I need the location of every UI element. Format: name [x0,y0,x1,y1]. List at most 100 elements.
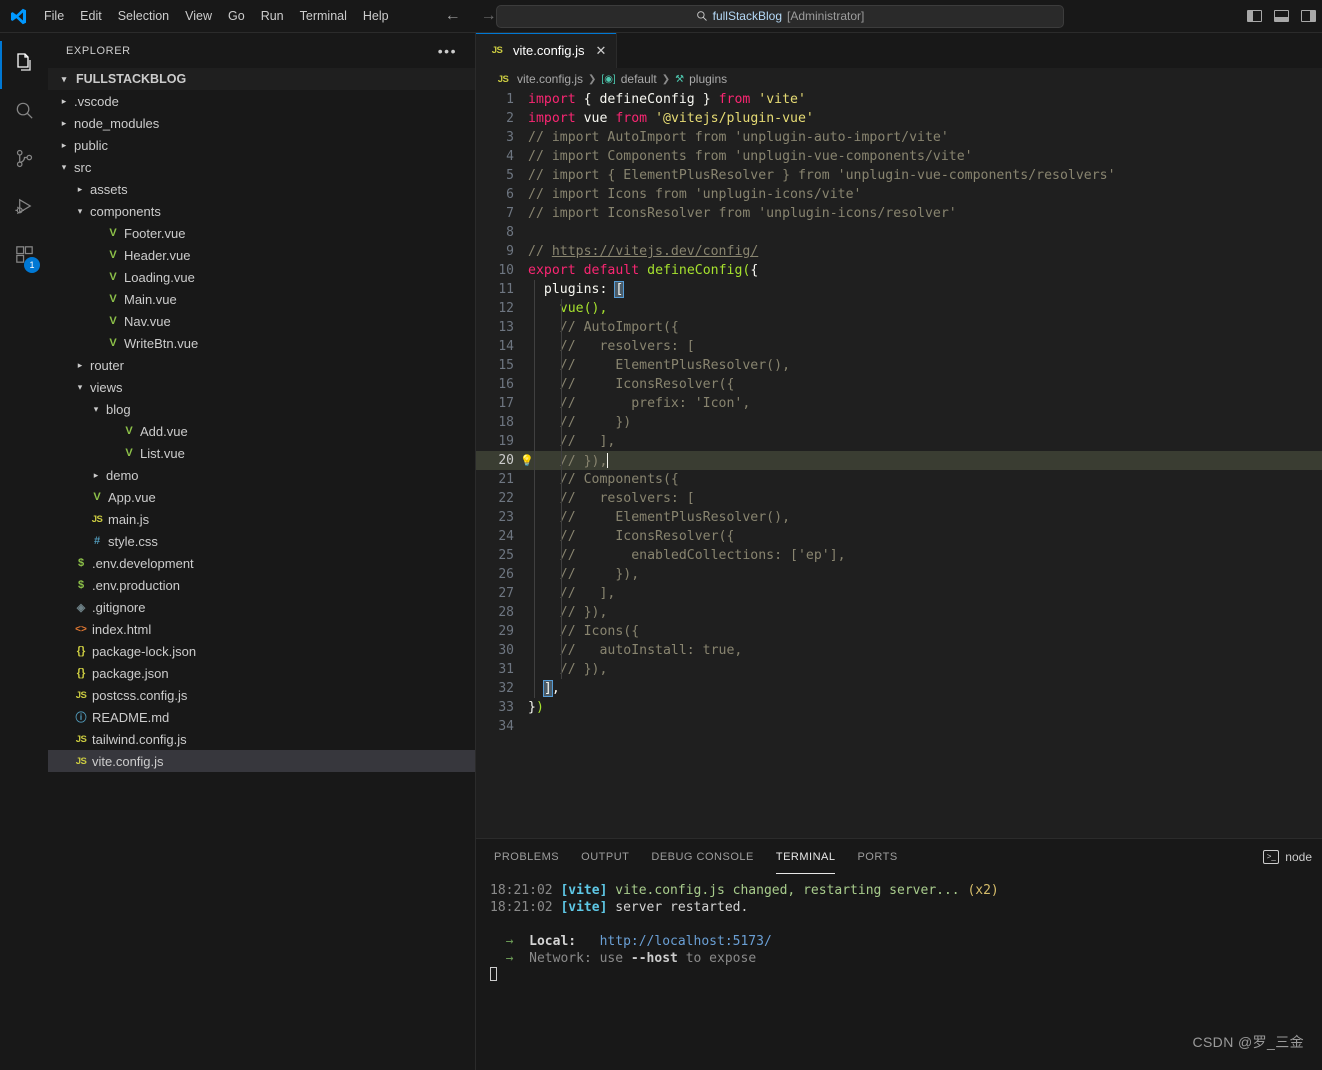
code-line-29[interactable]: 29 // Icons({ [476,622,1322,641]
terminal-instance[interactable]: >_ node [1263,849,1312,864]
tree-item-main-vue[interactable]: V Main.vue [48,288,475,310]
menu-bar[interactable]: File Edit Selection View Go Run Terminal… [36,5,397,27]
menu-help[interactable]: Help [355,5,397,27]
tree-item-router[interactable]: ▸ router [48,354,475,376]
code-line-18[interactable]: 18 // }) [476,413,1322,432]
code-line-16[interactable]: 16 // IconsResolver({ [476,375,1322,394]
code-line-11[interactable]: 11 plugins: [ [476,280,1322,299]
tree-item-main-js[interactable]: JS main.js [48,508,475,530]
breadcrumb-file[interactable]: JS vite.config.js [494,72,583,86]
tab-ports[interactable]: PORTS [857,839,897,874]
tree-item-views[interactable]: ▾ views [48,376,475,398]
code-line-30[interactable]: 30 // autoInstall: true, [476,641,1322,660]
tree-item-writebtn-vue[interactable]: V WriteBtn.vue [48,332,475,354]
activity-explorer[interactable] [0,41,48,89]
code-line-5[interactable]: 5 // import { ElementPlusResolver } from … [476,166,1322,185]
explorer-root-folder[interactable]: ▾ FULLSTACKBLOG [48,68,475,90]
menu-terminal[interactable]: Terminal [292,5,355,27]
code-line-31[interactable]: 31 // }), [476,660,1322,679]
tree-item-blog[interactable]: ▾ blog [48,398,475,420]
tree-item-vite-config-js[interactable]: JS vite.config.js [48,750,475,772]
tree-item--env-production[interactable]: $ .env.production [48,574,475,596]
menu-edit[interactable]: Edit [72,5,110,27]
arrow-right-icon[interactable]: → [481,8,497,24]
tree-item-loading-vue[interactable]: V Loading.vue [48,266,475,288]
toggle-secondary-sidebar-icon[interactable] [1301,10,1316,22]
code-line-10[interactable]: 10 export default defineConfig({ [476,261,1322,280]
code-line-14[interactable]: 14 // resolvers: [ [476,337,1322,356]
breadcrumb-symbol-plugins[interactable]: ⚒ plugins [675,72,727,86]
menu-file[interactable]: File [36,5,72,27]
code-line-12[interactable]: 12 vue(), [476,299,1322,318]
explorer-more-actions-icon[interactable]: ••• [438,44,457,58]
code-line-15[interactable]: 15 // ElementPlusResolver(), [476,356,1322,375]
code-line-1[interactable]: 1 import { defineConfig } from 'vite' [476,90,1322,109]
tree-item-add-vue[interactable]: V Add.vue [48,420,475,442]
tree-item--gitignore[interactable]: ◈ .gitignore [48,596,475,618]
code-line-25[interactable]: 25 // enabledCollections: ['ep'], [476,546,1322,565]
tab-output[interactable]: OUTPUT [581,839,629,874]
code-line-19[interactable]: 19 // ], [476,432,1322,451]
arrow-left-icon[interactable]: ← [445,8,461,24]
code-line-33[interactable]: 33}) [476,698,1322,717]
activity-search[interactable] [0,89,48,137]
toggle-primary-sidebar-icon[interactable] [1247,10,1262,22]
activity-extensions[interactable]: 1 [0,233,48,281]
tab-debug-console[interactable]: DEBUG CONSOLE [651,839,753,874]
code-line-4[interactable]: 4 // import Components from 'unplugin-vue… [476,147,1322,166]
tree-item-node-modules[interactable]: ▸ node_modules [48,112,475,134]
lightbulb-icon[interactable]: 💡 [520,454,534,467]
tree-item-components[interactable]: ▾ components [48,200,475,222]
tree-item--vscode[interactable]: ▸ .vscode [48,90,475,112]
tree-item-assets[interactable]: ▸ assets [48,178,475,200]
toggle-panel-icon[interactable] [1274,10,1289,22]
tree-item-public[interactable]: ▸ public [48,134,475,156]
code-line-2[interactable]: 2 import vue from '@vitejs/plugin-vue' [476,109,1322,128]
breadcrumb[interactable]: JS vite.config.js ❯ [◉] default ❯ ⚒ plug… [476,68,1322,90]
tree-item-src[interactable]: ▾ src [48,156,475,178]
tree-item-list-vue[interactable]: V List.vue [48,442,475,464]
tree-item-postcss-config-js[interactable]: JS postcss.config.js [48,684,475,706]
code-line-24[interactable]: 24 // IconsResolver({ [476,527,1322,546]
code-line-21[interactable]: 21 // Components({ [476,470,1322,489]
tree-item-readme-md[interactable]: ⓘ README.md [48,706,475,728]
activity-source-control[interactable] [0,137,48,185]
breadcrumb-symbol-default[interactable]: [◉] default [601,72,656,86]
code-line-9[interactable]: 9 // https://vitejs.dev/config/ [476,242,1322,261]
code-line-27[interactable]: 27 // ], [476,584,1322,603]
tree-item-package-json[interactable]: {} package.json [48,662,475,684]
menu-run[interactable]: Run [253,5,292,27]
code-line-7[interactable]: 7 // import IconsResolver from 'unplugin-… [476,204,1322,223]
code-line-6[interactable]: 6 // import Icons from 'unplugin-icons/vi… [476,185,1322,204]
tab-terminal[interactable]: TERMINAL [775,839,836,874]
code-line-26[interactable]: 26 // }), [476,565,1322,584]
tree-item-demo[interactable]: ▸ demo [48,464,475,486]
code-line-28[interactable]: 28 // }), [476,603,1322,622]
menu-view[interactable]: View [177,5,220,27]
activity-run-debug[interactable] [0,185,48,233]
tab-problems[interactable]: PROBLEMS [494,839,559,874]
file-tree[interactable]: ▸ .vscode ▸ node_modules ▸ public ▾ src ▸ assets ▾… [48,90,475,1070]
tree-item-app-vue[interactable]: V App.vue [48,486,475,508]
menu-go[interactable]: Go [220,5,253,27]
tree-item-style-css[interactable]: # style.css [48,530,475,552]
menu-selection[interactable]: Selection [110,5,177,27]
code-line-32[interactable]: 32 ], [476,679,1322,698]
code-line-20[interactable]: 20 💡 // }), [476,451,1322,470]
code-line-23[interactable]: 23 // ElementPlusResolver(), [476,508,1322,527]
tree-item-tailwind-config-js[interactable]: JS tailwind.config.js [48,728,475,750]
tree-item-nav-vue[interactable]: V Nav.vue [48,310,475,332]
tree-item-index-html[interactable]: <> index.html [48,618,475,640]
tree-item-package-lock-json[interactable]: {} package-lock.json [48,640,475,662]
command-center-search[interactable]: fullStackBlog [Administrator] [496,4,1064,28]
code-line-13[interactable]: 13 // AutoImport({ [476,318,1322,337]
code-editor[interactable]: 1 import { defineConfig } from 'vite' 2 imp… [476,90,1322,838]
code-line-22[interactable]: 22 // resolvers: [ [476,489,1322,508]
tab-vite-config-js[interactable]: JS vite.config.js ✕ [476,33,618,68]
code-line-3[interactable]: 3 // import AutoImport from 'unplugin-aut… [476,128,1322,147]
tree-item-footer-vue[interactable]: V Footer.vue [48,222,475,244]
code-content[interactable]: 1 import { defineConfig } from 'vite' 2 imp… [476,90,1322,736]
tree-item--env-development[interactable]: $ .env.development [48,552,475,574]
code-line-8[interactable]: 8 [476,223,1322,242]
tree-item-header-vue[interactable]: V Header.vue [48,244,475,266]
